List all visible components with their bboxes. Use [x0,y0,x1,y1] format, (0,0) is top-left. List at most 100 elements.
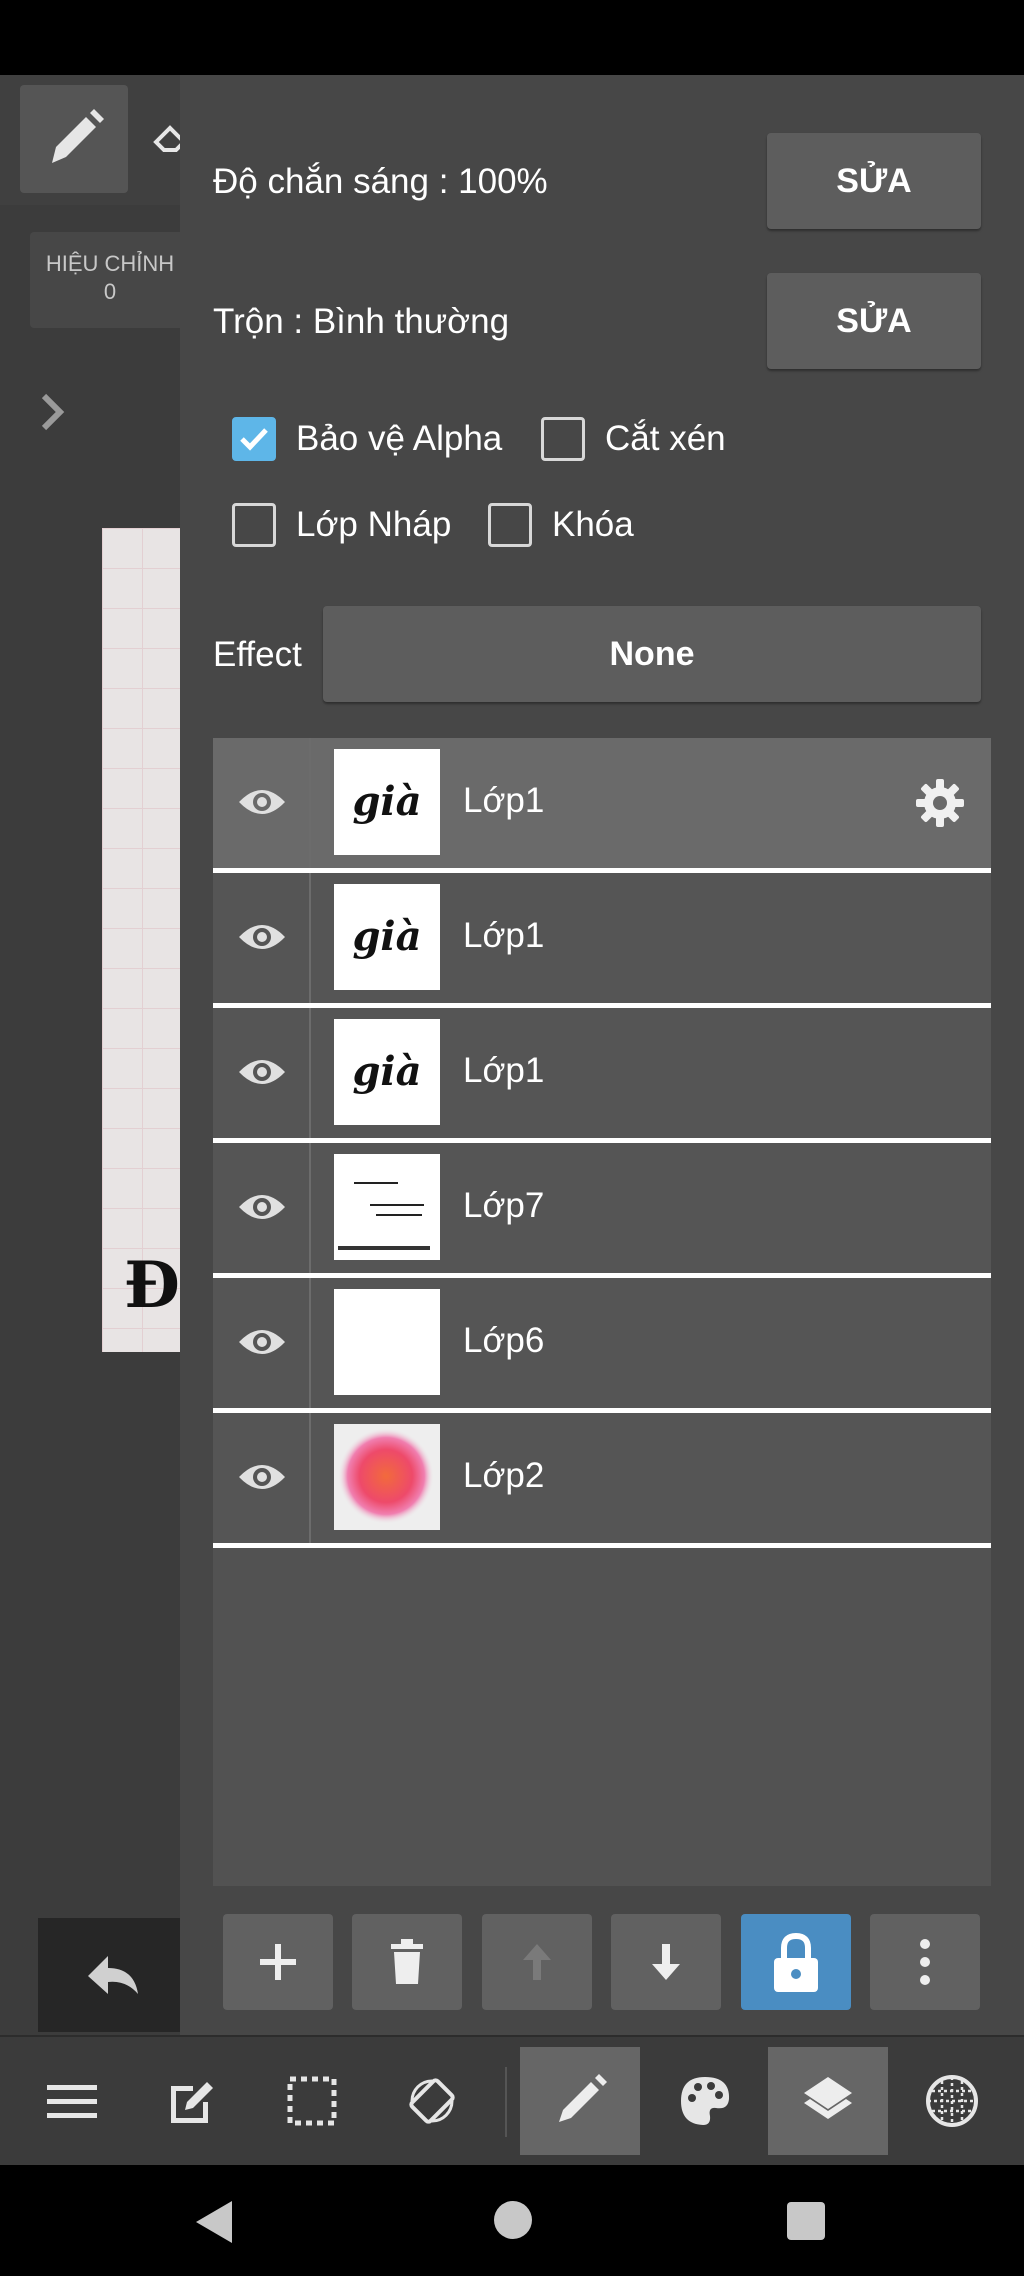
draft-layer-checkbox[interactable]: Lớp Nháp [232,503,451,547]
adjust-button[interactable]: HIỆU CHỈNH 0 [30,232,190,328]
eye-icon[interactable] [237,1322,287,1362]
layer-name: Lớp1 [463,781,545,820]
blend-edit-button[interactable]: SỬA [767,273,981,369]
add-layer-button[interactable] [223,1914,333,2010]
pen-tool-button[interactable] [20,85,128,193]
layers-icon [804,2077,852,2119]
layer-name: Lớp1 [463,1051,545,1090]
arrow-down-icon [652,1944,680,1980]
lock-checkbox[interactable]: Khóa [488,503,634,547]
checkbox-label: Bảo vệ Alpha [296,419,503,458]
home-icon[interactable] [492,2199,534,2241]
layer-thumbnail: già [334,749,440,855]
eye-icon[interactable] [237,1187,287,1227]
layer-name: Lớp6 [463,1321,545,1360]
move-layer-down-button[interactable] [611,1914,721,2010]
bottom-toolbar [0,2035,1024,2167]
layer-row[interactable]: Lớp2 [213,1413,991,1548]
blend-label: Trộn : Bình thường [213,302,510,341]
palette-icon [681,2077,730,2125]
rotate-icon [409,2078,455,2124]
navigation-bar [0,2165,1024,2276]
checkbox-label: Lớp Nháp [296,505,452,544]
pen-icon [559,2074,607,2122]
divider [309,1278,311,1408]
effect-label: Effect [213,635,302,674]
rotate-button[interactable] [372,2047,492,2155]
thumbnail-blob [338,1428,434,1524]
move-layer-up-button[interactable] [482,1914,592,2010]
grid-icon [926,2075,978,2127]
layer-row[interactable]: già Lớp1 [213,738,991,873]
chevron-right-icon[interactable] [36,390,72,434]
checkbox-label: Cắt xén [605,419,726,458]
check-icon [240,428,268,451]
canvas-drawing: Đ [124,1248,180,1323]
layer-thumbnail: già [334,884,440,990]
delete-layer-button[interactable] [352,1914,462,2010]
divider [309,738,311,868]
gear-icon[interactable] [913,776,967,830]
arrow-up-icon [523,1944,551,1980]
palette-button[interactable] [645,2047,765,2155]
checkbox-unchecked [488,503,532,547]
adjust-label: HIỆU CHỈNH [45,251,175,276]
divider [309,873,311,1003]
menu-icon [47,2085,97,2118]
checkbox-label: Khóa [552,505,634,544]
toolbar-divider [505,2067,507,2137]
trash-icon [391,1939,423,1984]
layer-list: già Lớp1 già Lớp1 già Lớp1 Lớp7 Lớp6 Lớp… [213,738,991,1886]
layer-name: Lớp1 [463,916,545,955]
layer-name: Lớp7 [463,1186,545,1225]
opacity-label: Độ chắn sáng : 100% [213,162,548,201]
thumbnail-lines [338,1182,430,1250]
eye-icon[interactable] [237,1457,287,1497]
thumbnail-text: già [352,1048,422,1095]
divider [309,1143,311,1273]
lock-icon [774,1932,818,1992]
checkbox-checked [232,417,276,461]
more-vertical-icon [920,1939,930,1985]
pen-icon [52,109,104,163]
clipping-checkbox[interactable]: Cắt xén [541,417,726,461]
status-bar [0,0,1024,75]
layer-name: Lớp2 [463,1456,545,1495]
layer-row[interactable]: Lớp6 [213,1278,991,1413]
alpha-protect-checkbox[interactable]: Bảo vệ Alpha [232,417,502,461]
canvas-paper[interactable] [102,528,180,1352]
layer-thumbnail [334,1424,440,1530]
divider [309,1008,311,1138]
grid-button[interactable] [892,2047,1012,2155]
add-icon [260,1944,296,1980]
lock-layer-button[interactable] [741,1914,851,2010]
layer-thumbnail [334,1289,440,1395]
opacity-edit-button[interactable]: SỬA [767,133,981,229]
effect-select-button[interactable]: None [323,606,981,702]
menu-button[interactable] [12,2047,132,2155]
back-icon[interactable] [192,2197,236,2247]
layer-row[interactable]: Lớp7 [213,1143,991,1278]
undo-button[interactable] [38,1918,180,2032]
layer-thumbnail [334,1154,440,1260]
divider [309,1413,311,1543]
selection-button[interactable] [252,2047,372,2155]
recents-icon[interactable] [785,2200,827,2242]
eye-icon[interactable] [237,917,287,957]
thumbnail-text: già [352,913,422,960]
checkbox-unchecked [232,503,276,547]
adjust-value: 0 [103,279,117,304]
checkbox-unchecked [541,417,585,461]
selection-icon [287,2076,337,2126]
layer-row[interactable]: già Lớp1 [213,1008,991,1143]
eye-icon[interactable] [237,782,287,822]
layer-row[interactable]: già Lớp1 [213,873,991,1008]
layer-thumbnail: già [334,1019,440,1125]
thumbnail-text: già [352,778,422,825]
layers-button[interactable] [768,2047,888,2155]
edit-icon [171,2082,213,2123]
edit-button[interactable] [132,2047,252,2155]
more-options-button[interactable] [870,1914,980,2010]
pen-button[interactable] [520,2047,640,2155]
eye-icon[interactable] [237,1052,287,1092]
